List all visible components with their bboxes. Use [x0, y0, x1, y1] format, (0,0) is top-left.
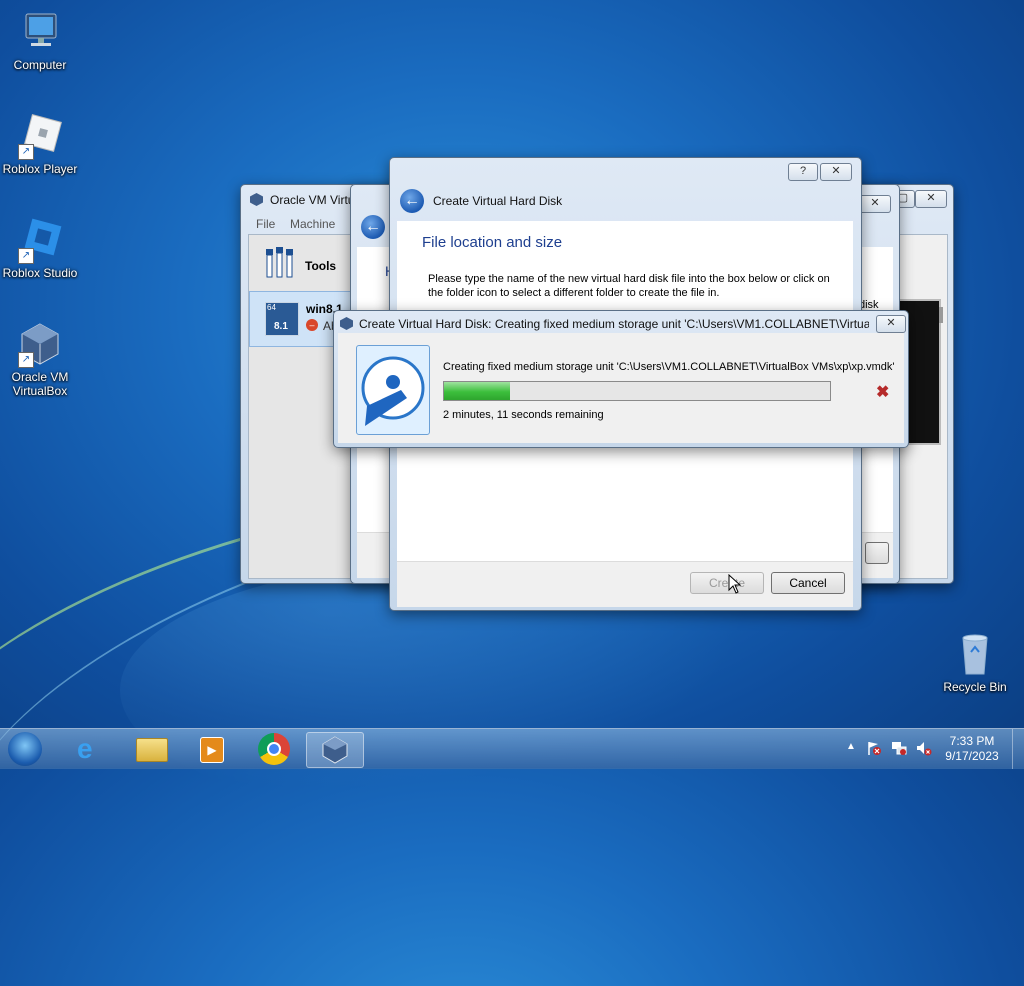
- wizard-button-bar: Create Cancel: [397, 561, 853, 607]
- progress-title: Create Virtual Hard Disk: Creating fixed…: [359, 317, 869, 331]
- help-icon: ?: [799, 165, 807, 177]
- roblox-player-icon: ↗: [16, 112, 64, 160]
- taskbar-chrome[interactable]: [246, 732, 302, 766]
- roblox-studio-icon: ↗: [16, 216, 64, 264]
- desktop-icon-roblox-studio[interactable]: ↗ Roblox Studio: [0, 216, 80, 280]
- virtualbox-icon: [340, 317, 353, 330]
- desktop-icon-label: Roblox Studio: [2, 266, 78, 280]
- time-remaining: 2 minutes, 11 seconds remaining: [443, 409, 604, 421]
- desktop-icon-label: Computer: [13, 58, 67, 72]
- menu-file[interactable]: File: [256, 217, 275, 231]
- aborted-status-icon: –: [306, 319, 318, 331]
- shortcut-arrow-icon: ↗: [18, 248, 34, 264]
- window-title: Oracle VM Virtu: [270, 193, 355, 207]
- show-hidden-icons-icon[interactable]: ▲: [846, 741, 856, 752]
- volume-muted-icon[interactable]: [916, 740, 932, 756]
- button-partial: [865, 542, 889, 564]
- hard-disk-icon: [356, 345, 430, 435]
- desktop-icon-recycle-bin[interactable]: Recycle Bin: [935, 630, 1015, 694]
- close-icon: ✕: [926, 192, 936, 204]
- desktop-icon-roblox-player[interactable]: ↗ Roblox Player: [0, 112, 80, 176]
- close-icon: ✕: [831, 165, 841, 177]
- desktop-icon-virtualbox[interactable]: ↗ Oracle VM VirtualBox: [0, 320, 80, 398]
- create-button[interactable]: Create: [690, 572, 764, 594]
- os-badge-version: 8.1: [274, 321, 288, 332]
- cancel-button[interactable]: Cancel: [771, 572, 845, 594]
- cancel-operation-icon[interactable]: ✖: [876, 382, 889, 402]
- virtualbox-icon: [250, 193, 263, 206]
- back-button[interactable]: ←: [400, 189, 424, 213]
- start-button[interactable]: [6, 732, 46, 766]
- media-player-icon: ▶: [200, 737, 224, 763]
- taskbar-virtualbox[interactable]: [306, 732, 364, 768]
- computer-icon: [16, 8, 64, 56]
- show-desktop-button[interactable]: [1012, 729, 1024, 769]
- shortcut-arrow-icon: ↗: [18, 352, 34, 368]
- desktop-icon-label: Roblox Player: [2, 162, 78, 176]
- wizard-title: Create Virtual Hard Disk: [433, 194, 563, 208]
- shortcut-arrow-icon: ↗: [18, 144, 34, 160]
- desktop-icon-label: Oracle VM VirtualBox: [11, 370, 69, 398]
- os-badge-bits: 64: [267, 303, 276, 312]
- clock-date: 9/17/2023: [945, 749, 999, 763]
- windows81-os-icon: 64 8.1: [265, 302, 299, 336]
- clock-time: 7:33 PM: [949, 734, 995, 748]
- windows-orb-icon: [8, 732, 42, 766]
- page-heading: File location and size: [422, 234, 563, 251]
- page-description: Please type the name of the new virtual …: [428, 273, 830, 299]
- clock[interactable]: 7:33 PM 9/17/2023: [940, 734, 1004, 764]
- progress-bar-fill: [444, 382, 510, 400]
- action-center-flag-icon[interactable]: [866, 740, 882, 756]
- desktop-icon-computer[interactable]: Computer: [0, 8, 80, 72]
- tools-label: Tools: [305, 259, 337, 273]
- desktop-icon-label: Recycle Bin: [943, 680, 1007, 694]
- tools-item[interactable]: Tools: [249, 239, 359, 287]
- taskbar: e ▶ ▲ 7:33 PM 9/17/2023: [0, 728, 1024, 769]
- mouse-cursor-icon: [728, 573, 744, 594]
- virtualbox-icon: [321, 736, 349, 764]
- back-arrow-icon: ←: [365, 218, 381, 235]
- details-scrollbar[interactable]: [939, 307, 943, 323]
- back-arrow-icon: ←: [404, 192, 420, 209]
- menu-machine[interactable]: Machine: [290, 217, 335, 231]
- folder-icon: [136, 738, 168, 762]
- close-button[interactable]: ✕: [859, 195, 891, 213]
- progress-bar: [443, 381, 831, 401]
- taskbar-media-player[interactable]: ▶: [184, 732, 240, 766]
- chrome-icon: [258, 733, 290, 765]
- progress-body: Creating fixed medium storage unit 'C:\U…: [338, 333, 904, 443]
- taskbar-internet-explorer[interactable]: e: [64, 732, 120, 766]
- progress-dialog[interactable]: Create Virtual Hard Disk: Creating fixed…: [333, 310, 909, 448]
- taskbar-file-explorer[interactable]: [124, 732, 180, 766]
- back-button[interactable]: ←: [361, 215, 385, 239]
- close-button[interactable]: ✕: [820, 163, 852, 181]
- internet-explorer-icon: e: [77, 733, 93, 764]
- recycle-bin-icon: [951, 630, 999, 678]
- close-icon: ✕: [870, 197, 880, 209]
- close-button[interactable]: ✕: [876, 315, 906, 333]
- virtualbox-icon: ↗: [16, 320, 64, 368]
- close-button[interactable]: ✕: [915, 190, 947, 208]
- close-icon: ✕: [886, 317, 896, 329]
- tools-icon: [265, 247, 295, 279]
- progress-message: Creating fixed medium storage unit 'C:\U…: [443, 361, 898, 373]
- network-icon[interactable]: [891, 740, 907, 756]
- help-button[interactable]: ?: [788, 163, 818, 181]
